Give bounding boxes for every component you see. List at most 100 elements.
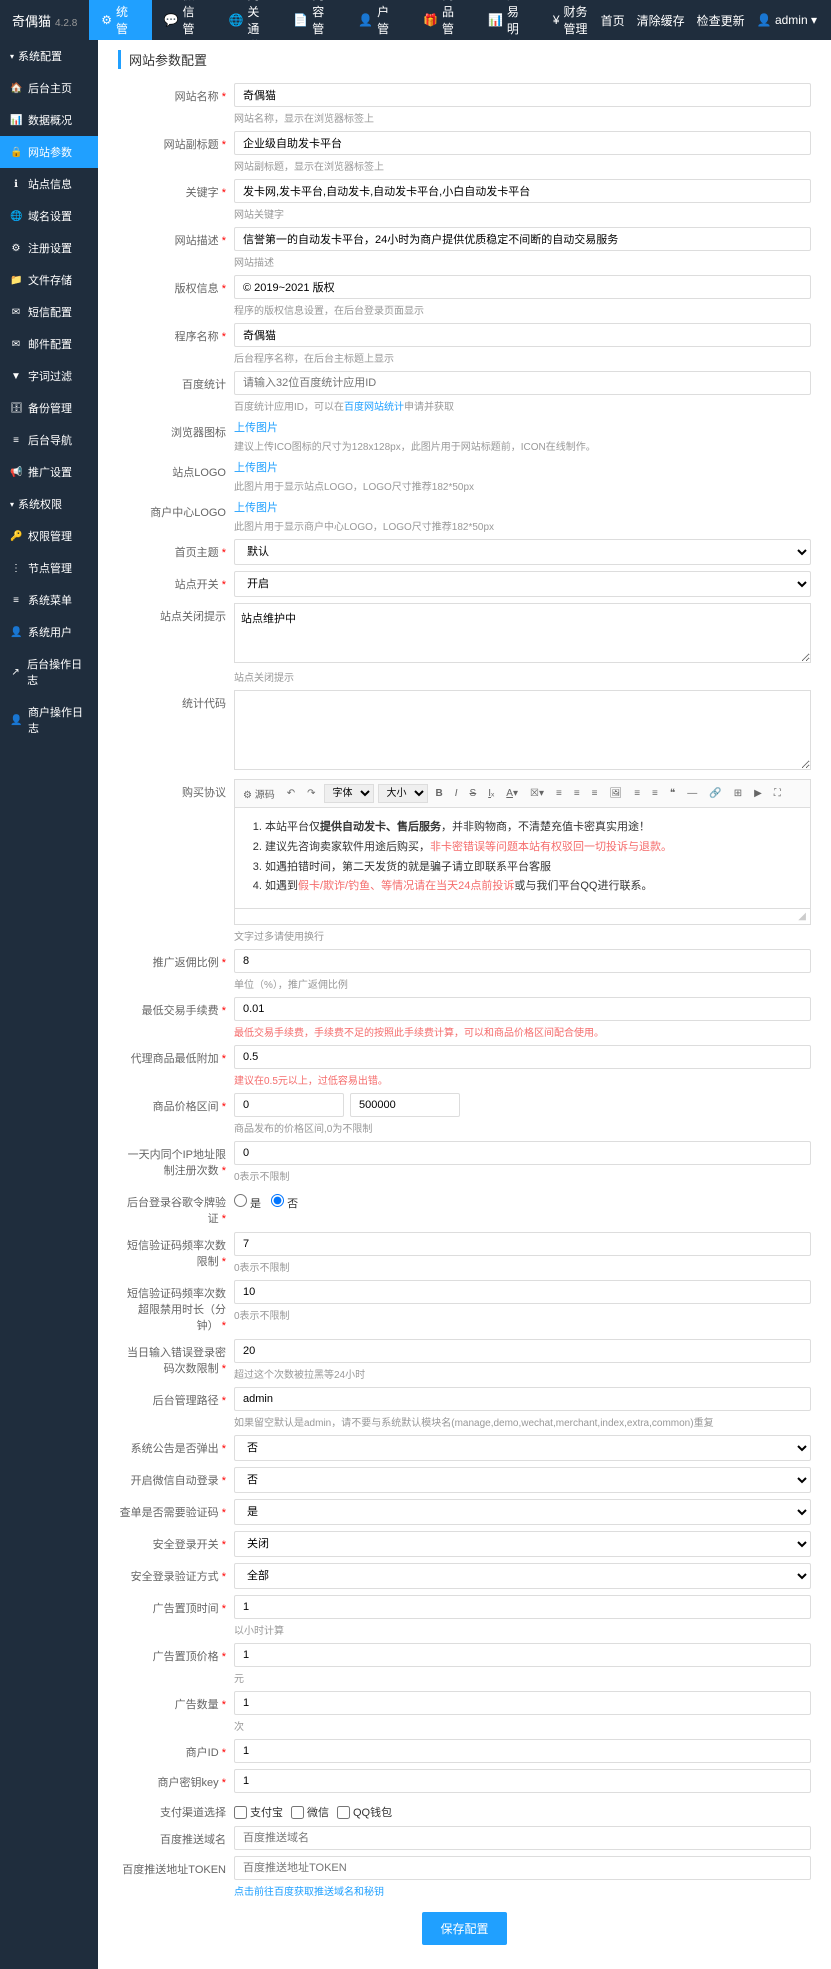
tb-table[interactable]: ⊞ bbox=[730, 786, 746, 801]
editor-body[interactable]: 本站平台仅提供自动发卡、售后服务，并非购物商，不清楚充值卡密真实用途！建议先咨询… bbox=[235, 808, 810, 908]
sidebar-item-文件存储[interactable]: 📁文件存储 bbox=[0, 264, 98, 296]
tb-color[interactable]: A▾ bbox=[502, 786, 522, 801]
announce-popup-select[interactable]: 否 bbox=[234, 1435, 811, 1461]
sidebar-item-注册设置[interactable]: ⚙注册设置 bbox=[0, 232, 98, 264]
tb-image[interactable]: 🖼 bbox=[606, 786, 627, 801]
sms-limit-input[interactable] bbox=[234, 1232, 811, 1256]
program-name-input[interactable] bbox=[234, 323, 811, 347]
keywords-input[interactable] bbox=[234, 179, 811, 203]
tb-ul[interactable]: ≡ bbox=[648, 786, 662, 801]
tb-clear[interactable]: Iₓ bbox=[484, 786, 498, 801]
sidebar-item-网站参数[interactable]: 🔒网站参数 bbox=[0, 136, 98, 168]
nav-home[interactable]: 首页 bbox=[601, 12, 625, 29]
sidebar-item-系统菜单[interactable]: ≡系统菜单 bbox=[0, 584, 98, 616]
sms-ban-input[interactable] bbox=[234, 1280, 811, 1304]
captcha-yes[interactable]: 是 bbox=[234, 1194, 261, 1211]
tb-source[interactable]: ⚙ 源码 bbox=[239, 784, 279, 803]
checkout-captcha-select[interactable]: 是 bbox=[234, 1499, 811, 1525]
tb-video[interactable]: ▶ bbox=[750, 786, 766, 801]
sidebar-item-后台操作日志[interactable]: ↗后台操作日志 bbox=[0, 648, 98, 696]
nav-check-update[interactable]: 检查更新 bbox=[697, 12, 745, 29]
tb-redo[interactable]: ↷ bbox=[303, 786, 319, 801]
home-theme-select[interactable]: 默认 bbox=[234, 539, 811, 565]
tb-bold[interactable]: B bbox=[432, 786, 447, 801]
upload-site-logo[interactable]: 上传图片 bbox=[234, 459, 811, 475]
tb-right[interactable]: ≡ bbox=[588, 786, 602, 801]
sidebar-item-后台导航[interactable]: ≡后台导航 bbox=[0, 424, 98, 456]
admin-path-input[interactable] bbox=[234, 1387, 811, 1411]
baidu-push-token-input[interactable] bbox=[234, 1856, 811, 1880]
close-tip-textarea[interactable]: 站点维护中 bbox=[234, 603, 811, 663]
site-name-input[interactable] bbox=[234, 83, 811, 107]
pay-alipay[interactable]: 支付宝 bbox=[234, 1804, 283, 1820]
sidebar-group-permission[interactable]: ▾系统权限 bbox=[0, 488, 98, 520]
tb-quote[interactable]: ❝ bbox=[666, 786, 679, 801]
promo-ratio-input[interactable] bbox=[234, 949, 811, 973]
site-subtitle-input[interactable] bbox=[234, 131, 811, 155]
price-max-input[interactable] bbox=[350, 1093, 460, 1117]
nav-item-3[interactable]: 📄内容管理 bbox=[281, 0, 346, 40]
sidebar-item-邮件配置[interactable]: ✉邮件配置 bbox=[0, 328, 98, 360]
nav-clear-cache[interactable]: 清除缓存 bbox=[637, 12, 685, 29]
sidebar-item-域名设置[interactable]: 🌐域名设置 bbox=[0, 200, 98, 232]
upload-merchant-logo[interactable]: 上传图片 bbox=[234, 499, 811, 515]
merchant-key-input[interactable] bbox=[234, 1769, 811, 1793]
stat-code-textarea[interactable] bbox=[234, 690, 811, 770]
ad-count-input[interactable] bbox=[234, 1691, 811, 1715]
nav-item-2[interactable]: 🌐网关通道 bbox=[216, 0, 281, 40]
sidebar-item-推广设置[interactable]: 📢推广设置 bbox=[0, 456, 98, 488]
save-button[interactable]: 保存配置 bbox=[422, 1912, 506, 1945]
tb-italic[interactable]: I bbox=[451, 786, 462, 801]
tb-undo[interactable]: ↶ bbox=[283, 786, 299, 801]
sidebar-item-站点信息[interactable]: ℹ站点信息 bbox=[0, 168, 98, 200]
ad-top-time-input[interactable] bbox=[234, 1595, 811, 1619]
tb-left[interactable]: ≡ bbox=[552, 786, 566, 801]
sidebar-item-备份管理[interactable]: 🗄备份管理 bbox=[0, 392, 98, 424]
nav-item-0[interactable]: ⚙系统管理 bbox=[89, 0, 151, 40]
nav-item-6[interactable]: 📊交易明细 bbox=[476, 0, 541, 40]
tb-size[interactable]: 大小 bbox=[378, 784, 428, 803]
sidebar-item-系统用户[interactable]: 👤系统用户 bbox=[0, 616, 98, 648]
secure-method-select[interactable]: 全部 bbox=[234, 1563, 811, 1589]
ad-top-price-input[interactable] bbox=[234, 1643, 811, 1667]
tb-link[interactable]: 🔗 bbox=[705, 786, 725, 801]
tb-ol[interactable]: ≡ bbox=[630, 786, 644, 801]
price-min-input[interactable] bbox=[234, 1093, 344, 1117]
tb-full[interactable]: ⛶ bbox=[770, 786, 785, 801]
upload-browser-icon[interactable]: 上传图片 bbox=[234, 419, 811, 435]
site-switch-select[interactable]: 开启 bbox=[234, 571, 811, 597]
copyright-input[interactable] bbox=[234, 275, 811, 299]
merchant-id-input[interactable] bbox=[234, 1739, 811, 1763]
sidebar-item-数据概况[interactable]: 📊数据概况 bbox=[0, 104, 98, 136]
baidu-stat-input[interactable] bbox=[234, 371, 811, 395]
tb-center[interactable]: ≡ bbox=[570, 786, 584, 801]
baidu-push-domain-input[interactable] bbox=[234, 1826, 811, 1850]
nav-item-7[interactable]: ¥财务管理 bbox=[541, 0, 601, 40]
tb-strike[interactable]: S bbox=[466, 786, 481, 801]
captcha-no[interactable]: 否 bbox=[271, 1194, 298, 1211]
min-fee-input[interactable] bbox=[234, 997, 811, 1021]
wechat-login-select[interactable]: 否 bbox=[234, 1467, 811, 1493]
nav-item-5[interactable]: 🎁商品管理 bbox=[411, 0, 476, 40]
description-input[interactable] bbox=[234, 227, 811, 251]
sidebar-item-节点管理[interactable]: ⋮节点管理 bbox=[0, 552, 98, 584]
secure-login-select[interactable]: 关闭 bbox=[234, 1531, 811, 1557]
sidebar-item-后台主页[interactable]: 🏠后台主页 bbox=[0, 72, 98, 104]
sidebar-item-短信配置[interactable]: ✉短信配置 bbox=[0, 296, 98, 328]
tb-hr[interactable]: — bbox=[683, 786, 701, 801]
nav-user[interactable]: 👤 admin ▾ bbox=[757, 13, 817, 27]
baidu-stat-link[interactable]: 百度网站统计 bbox=[344, 402, 404, 413]
pwd-limit-input[interactable] bbox=[234, 1339, 811, 1363]
tb-font[interactable]: 字体 bbox=[324, 784, 374, 803]
ip-limit-input[interactable] bbox=[234, 1141, 811, 1165]
sidebar-item-字词过滤[interactable]: ▼字词过滤 bbox=[0, 360, 98, 392]
sidebar-group-system[interactable]: ▾系统配置 bbox=[0, 40, 98, 72]
nav-item-1[interactable]: 💬微信管理 bbox=[152, 0, 217, 40]
baidu-push-link[interactable]: 点击前往百度获取推送域名和秘钥 bbox=[234, 1887, 384, 1898]
sidebar-item-权限管理[interactable]: 🔑权限管理 bbox=[0, 520, 98, 552]
sidebar-item-商户操作日志[interactable]: 👤商户操作日志 bbox=[0, 696, 98, 744]
nav-item-4[interactable]: 👤用户管理 bbox=[346, 0, 411, 40]
agent-markup-input[interactable] bbox=[234, 1045, 811, 1069]
tb-bgcolor[interactable]: ☒▾ bbox=[526, 786, 548, 801]
pay-qq[interactable]: QQ钱包 bbox=[337, 1804, 392, 1820]
